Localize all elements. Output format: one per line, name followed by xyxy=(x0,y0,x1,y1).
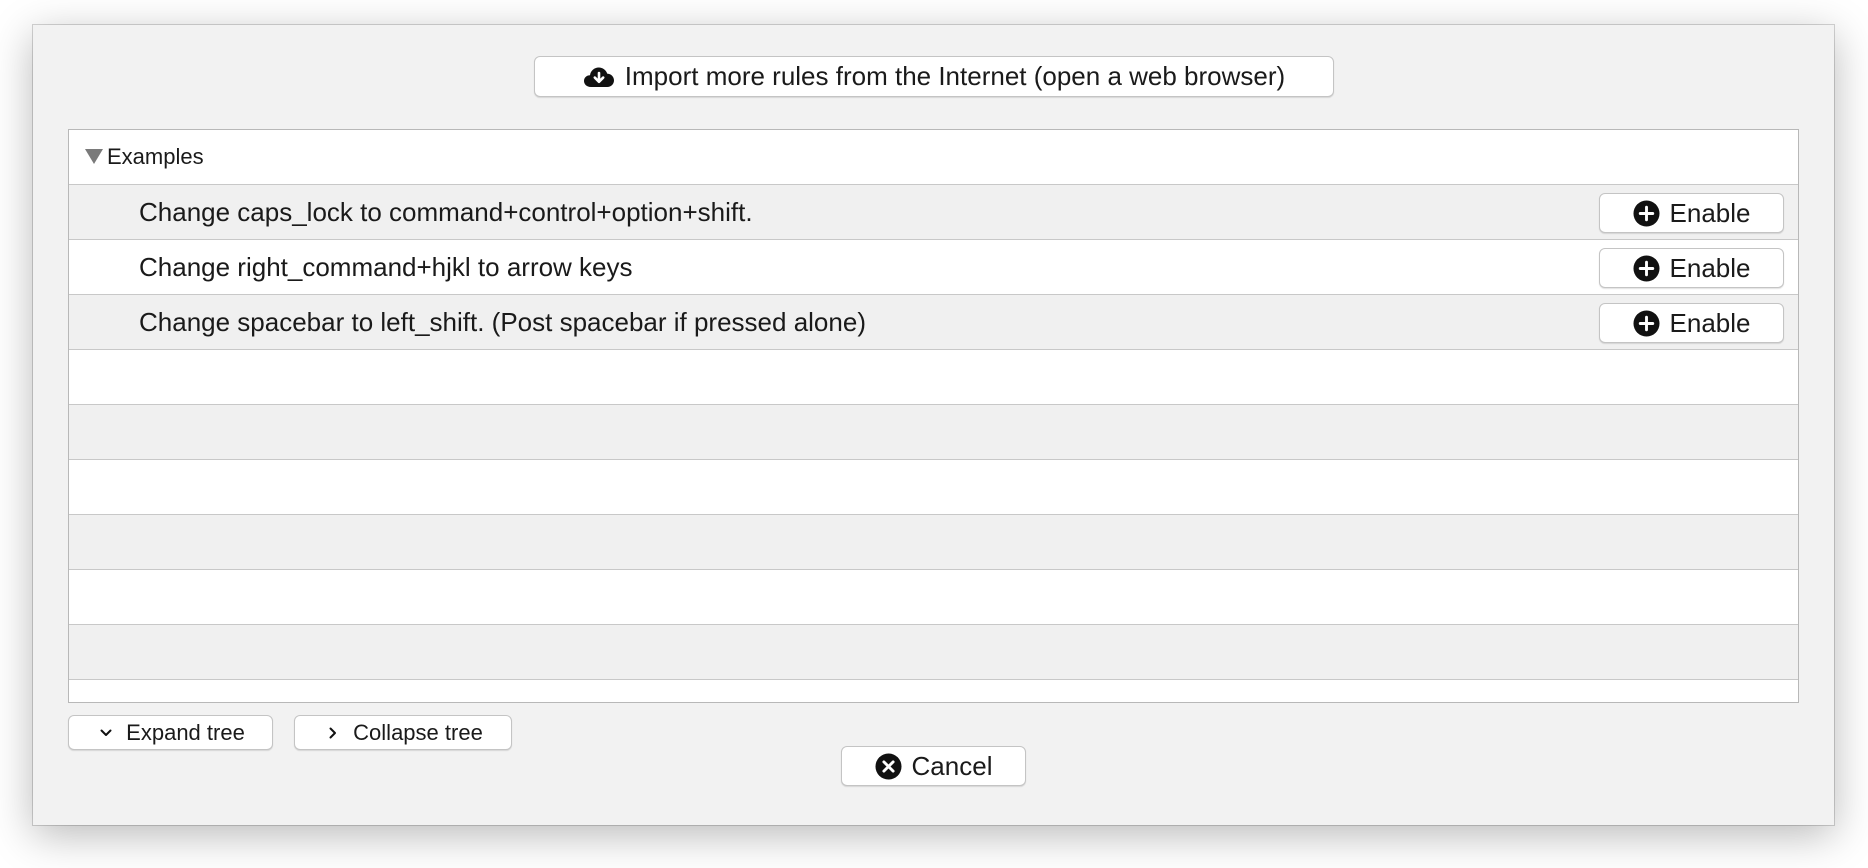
enable-label: Enable xyxy=(1669,197,1751,228)
cancel-label: Cancel xyxy=(911,750,993,781)
empty-row xyxy=(69,350,1798,405)
import-rules-window: Import more rules from the Internet (ope… xyxy=(33,25,1834,825)
empty-row xyxy=(69,680,1798,702)
tree-group-examples[interactable]: Examples xyxy=(69,130,1798,185)
cloud-download-icon xyxy=(583,67,614,87)
expand-tree-label: Expand tree xyxy=(126,719,245,745)
empty-row xyxy=(69,405,1798,460)
rule-row: Change right_command+hjkl to arrow keys … xyxy=(69,240,1798,295)
empty-row xyxy=(69,570,1798,625)
enable-button[interactable]: Enable xyxy=(1599,193,1784,233)
rule-row: Change spacebar to left_shift. (Post spa… xyxy=(69,295,1798,350)
enable-label: Enable xyxy=(1669,252,1751,283)
expand-tree-button[interactable]: Expand tree xyxy=(68,715,273,750)
empty-row xyxy=(69,515,1798,570)
rule-label: Change spacebar to left_shift. (Post spa… xyxy=(139,307,866,337)
plus-circle-icon xyxy=(1632,254,1660,282)
group-label: Examples xyxy=(107,144,204,169)
collapse-tree-label: Collapse tree xyxy=(353,719,483,745)
plus-circle-icon xyxy=(1632,199,1660,227)
rule-label: Change right_command+hjkl to arrow keys xyxy=(139,252,633,282)
chevron-right-icon xyxy=(329,727,337,738)
rule-row: Change caps_lock to command+control+opti… xyxy=(69,185,1798,240)
enable-label: Enable xyxy=(1669,307,1751,338)
enable-button[interactable]: Enable xyxy=(1599,303,1784,343)
plus-circle-icon xyxy=(1632,309,1660,337)
close-circle-icon xyxy=(875,752,902,780)
cancel-button[interactable]: Cancel xyxy=(841,746,1026,786)
import-rules-button[interactable]: Import more rules from the Internet (ope… xyxy=(534,56,1334,97)
collapse-tree-button[interactable]: Collapse tree xyxy=(294,715,512,750)
disclosure-triangle-icon[interactable] xyxy=(85,148,103,164)
empty-row xyxy=(69,460,1798,515)
rule-label: Change caps_lock to command+control+opti… xyxy=(139,197,753,227)
enable-button[interactable]: Enable xyxy=(1599,248,1784,288)
import-rules-label: Import more rules from the Internet (ope… xyxy=(624,61,1286,91)
chevron-down-icon xyxy=(100,729,112,736)
empty-row xyxy=(69,625,1798,680)
rules-tree[interactable]: Examples Change caps_lock to command+con… xyxy=(68,129,1799,703)
